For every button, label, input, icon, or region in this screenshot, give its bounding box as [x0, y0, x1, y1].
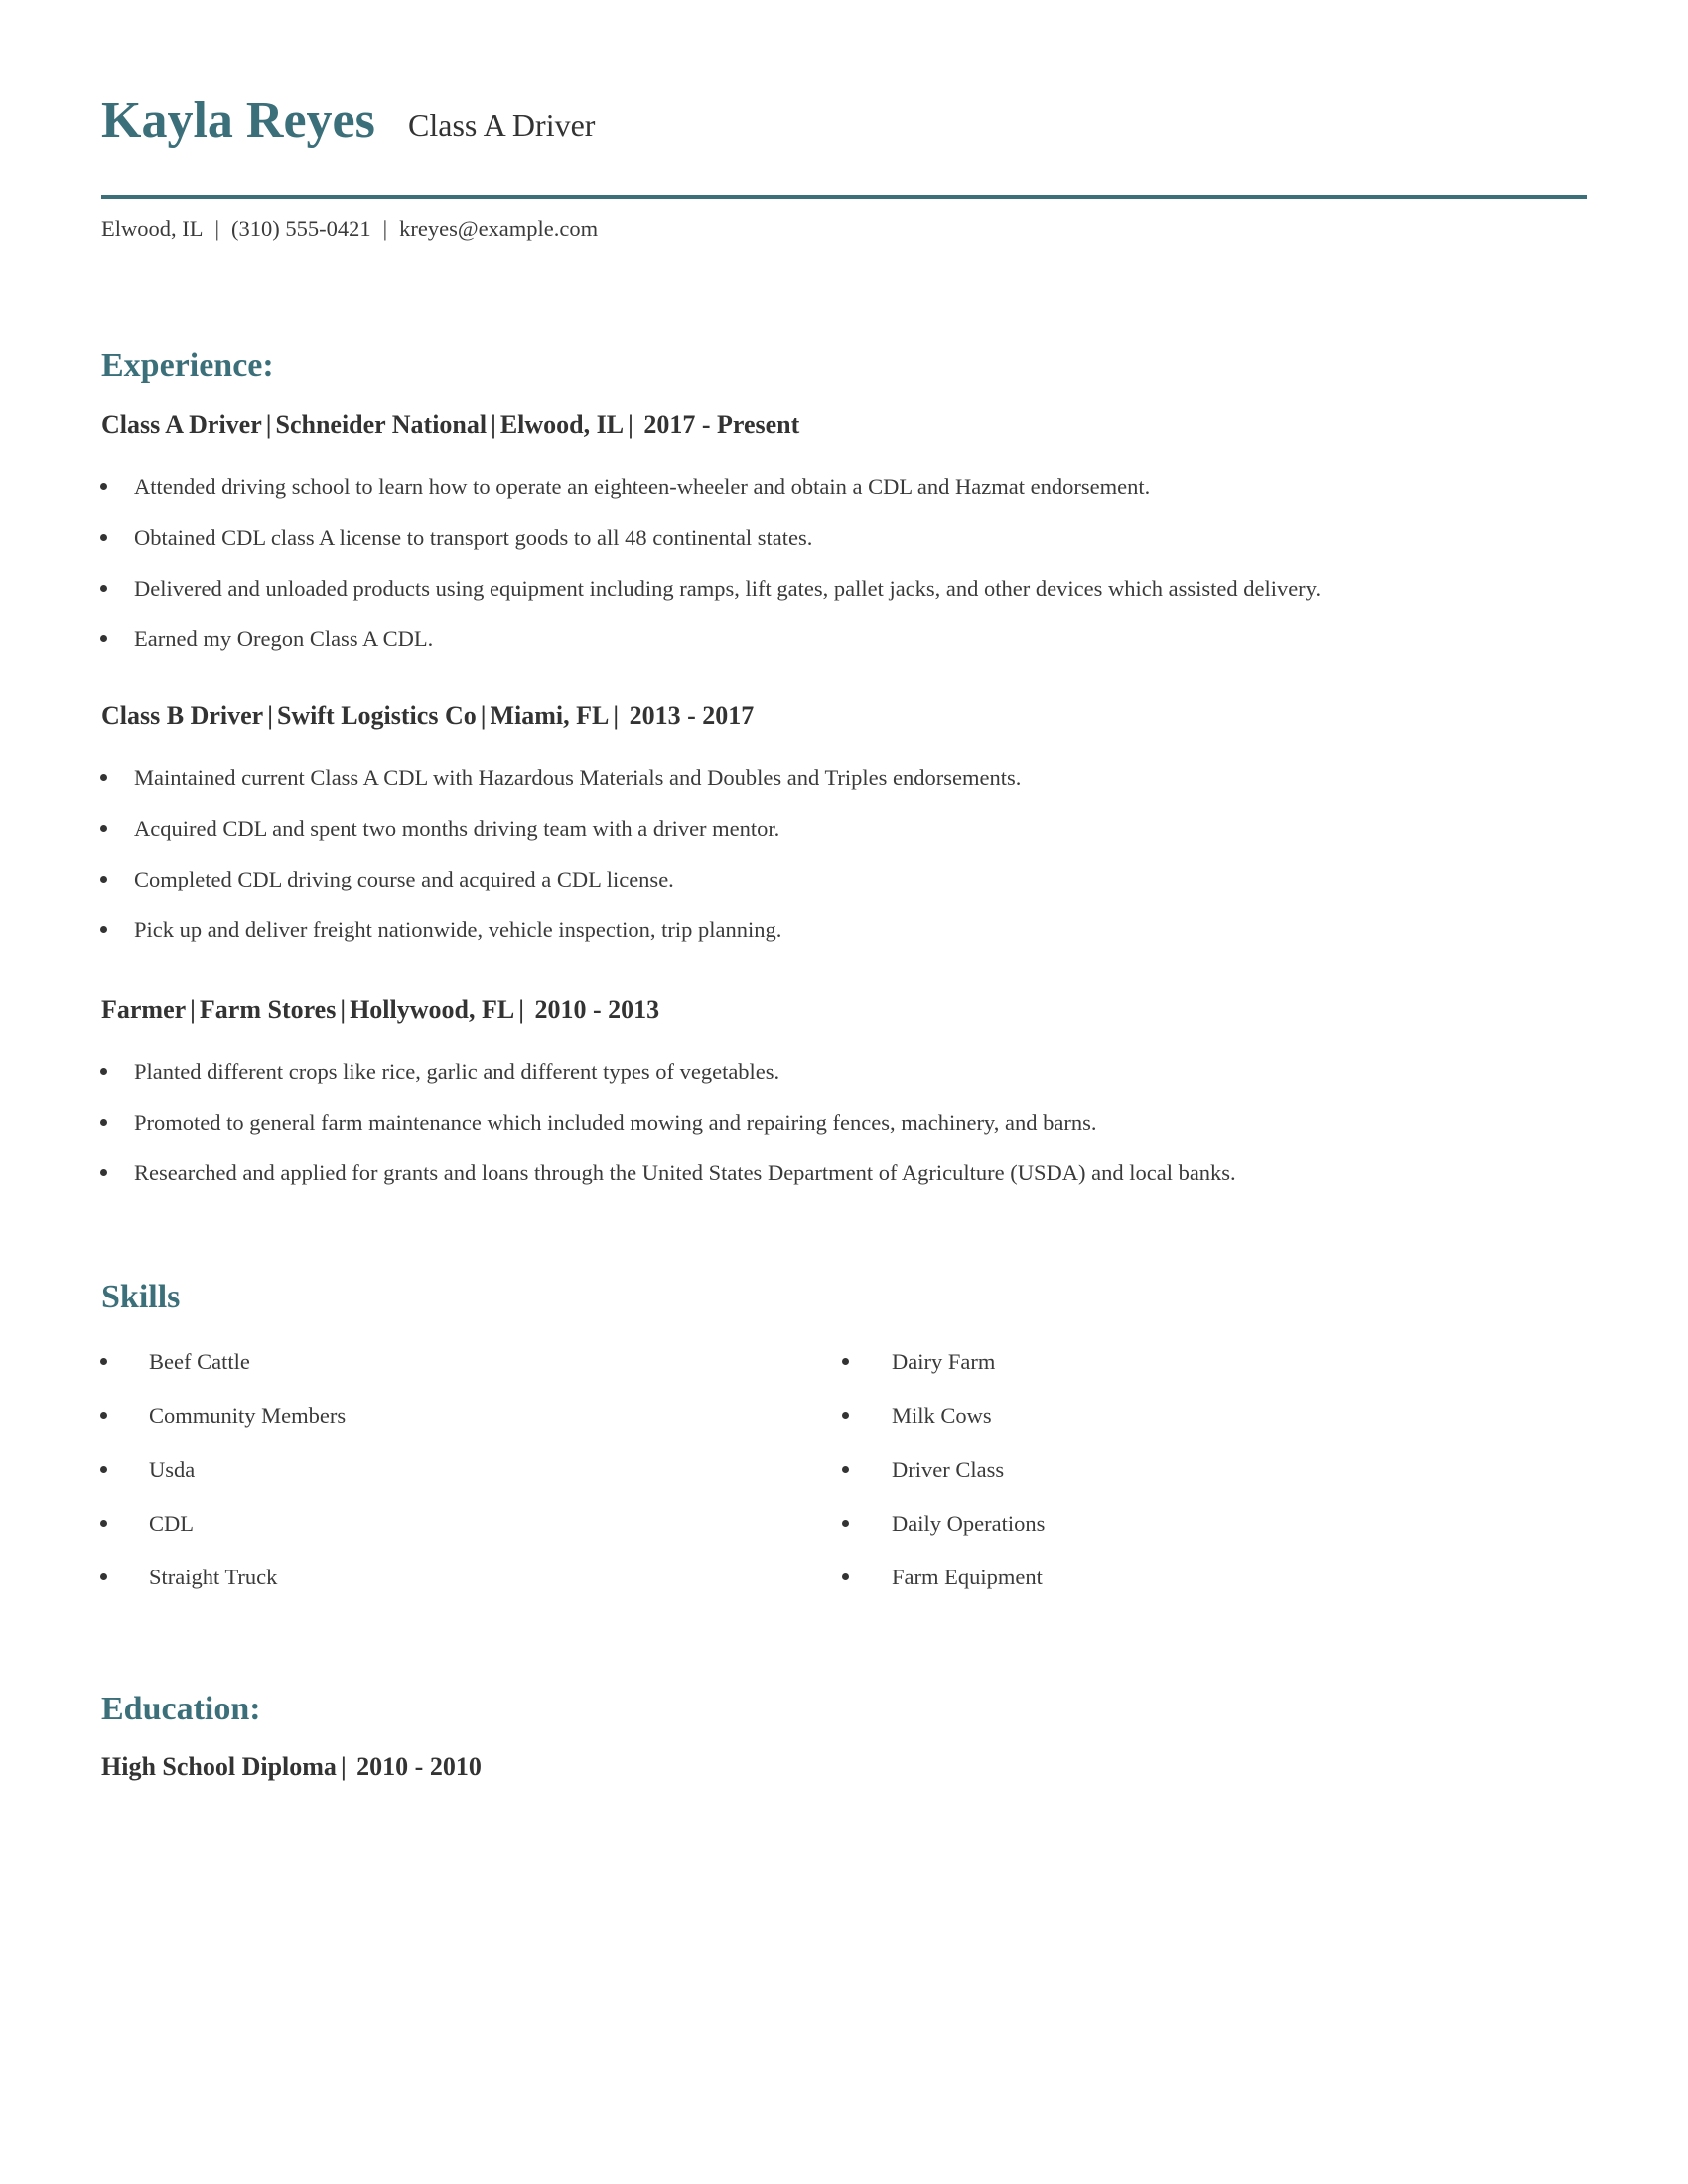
education-heading: Education:	[101, 1691, 261, 1727]
skill-label: Milk Cows	[892, 1403, 992, 1429]
candidate-name: Kayla Reyes	[101, 92, 375, 149]
bullet-icon	[100, 1119, 107, 1126]
skill-label: Beef Cattle	[149, 1349, 250, 1374]
bullet-icon	[842, 1358, 849, 1365]
bullet-icon	[842, 1412, 849, 1420]
header-divider	[101, 195, 1587, 199]
education-separator: |	[340, 1752, 347, 1781]
contact-separator: |	[214, 216, 219, 241]
job-heading-separator: |	[518, 995, 524, 1024]
job-heading: Farmer | Farm Stores | Hollywood, FL | 2010 -…	[101, 994, 659, 1025]
bullet-icon	[100, 1573, 107, 1581]
bullet-icon	[100, 1358, 107, 1365]
bullet-icon	[100, 774, 107, 781]
job-bullet-text: Delivered and unloaded products using eq…	[134, 576, 1322, 601]
job-heading-separator: |	[267, 701, 273, 730]
job-bullet-text: Attended driving school to learn how to …	[134, 475, 1151, 499]
job-location: Elwood, IL	[499, 410, 625, 439]
job-heading-separator: |	[613, 701, 620, 730]
job-bullet-text: Researched and applied for grants and lo…	[134, 1160, 1236, 1185]
skill-label: Dairy Farm	[892, 1349, 996, 1374]
job-heading: Class B Driver | Swift Logistics Co | Miami,…	[101, 700, 754, 732]
job-heading-separator: |	[340, 995, 347, 1024]
bullet-icon	[100, 635, 107, 642]
bullet-icon	[100, 1412, 107, 1420]
job-role: Farmer	[101, 995, 187, 1024]
job-dates: 2010 - 2013	[534, 995, 660, 1024]
job-bullet-text: Completed CDL driving course and acquire…	[134, 867, 674, 891]
job-company: Swift Logistics Co	[276, 701, 477, 730]
bullet-icon	[100, 1465, 107, 1473]
skill-label: CDL	[149, 1510, 194, 1536]
job-role: Class A Driver	[101, 410, 262, 439]
bullet-icon	[842, 1519, 849, 1527]
bullet-icon	[100, 825, 107, 832]
job-heading: Class A Driver | Schneider National | Elwood…	[101, 409, 799, 441]
bullet-icon	[100, 1068, 107, 1075]
skill-label: Farm Equipment	[892, 1565, 1043, 1590]
job-heading-separator: |	[190, 995, 196, 1024]
bullet-icon	[842, 1465, 849, 1473]
job-heading-separator: |	[491, 410, 496, 439]
job-dates: 2017 - Present	[643, 410, 800, 439]
education-item: High School Diploma | 2010 - 2010	[101, 1751, 482, 1783]
education-degree: High School Diploma	[101, 1752, 337, 1781]
contact-separator: |	[382, 216, 388, 241]
job-company: Schneider National	[275, 410, 488, 439]
job-bullet-text: Pick up and deliver freight nationwide, …	[134, 917, 782, 942]
job-dates: 2013 - 2017	[629, 701, 755, 730]
job-heading-separator: |	[628, 410, 633, 439]
job-location: Miami, FL	[490, 701, 610, 730]
contact-email[interactable]: kreyes@example.com	[399, 216, 598, 241]
job-heading-separator: |	[265, 410, 272, 439]
bullet-icon	[100, 534, 107, 541]
candidate-title: Class A Driver	[408, 107, 596, 143]
job-bullet-text: Maintained current Class A CDL with Haza…	[134, 765, 1022, 790]
job-bullet-text: Acquired CDL and spent two months drivin…	[134, 816, 780, 841]
education-dates: 2010 - 2010	[356, 1752, 482, 1781]
job-heading-separator: |	[480, 701, 487, 730]
skill-label: Daily Operations	[892, 1510, 1046, 1536]
contact-location: Elwood, IL	[101, 216, 204, 241]
skill-label: Driver Class	[892, 1456, 1005, 1482]
skill-label: Usda	[149, 1456, 196, 1482]
skill-label: Straight Truck	[149, 1565, 278, 1590]
bullet-icon	[100, 876, 107, 883]
job-role: Class B Driver	[101, 701, 264, 730]
bullet-icon	[100, 1169, 107, 1176]
job-location: Hollywood, FL	[350, 995, 515, 1024]
bullet-icon	[100, 1519, 107, 1527]
bullet-icon	[100, 585, 107, 592]
experience-heading: Experience:	[101, 347, 274, 384]
skill-label: Community Members	[149, 1403, 347, 1429]
contact-line: Elwood, IL | (310) 555-0421 | kreyes@example…	[101, 215, 598, 243]
bullet-icon	[100, 483, 107, 490]
job-company: Farm Stores	[199, 995, 337, 1024]
job-bullet-text: Obtained CDL class A license to transpor…	[134, 525, 813, 550]
contact-phone: (310) 555-0421	[231, 216, 371, 241]
job-bullet-text: Promoted to general farm maintenance whi…	[134, 1110, 1097, 1135]
skills-heading: Skills	[101, 1279, 181, 1315]
job-bullet-text: Earned my Oregon Class A CDL.	[134, 626, 434, 651]
bullet-icon	[100, 926, 107, 933]
job-bullet-text: Planted different crops like rice, garli…	[134, 1059, 780, 1084]
bullet-icon	[842, 1573, 849, 1581]
